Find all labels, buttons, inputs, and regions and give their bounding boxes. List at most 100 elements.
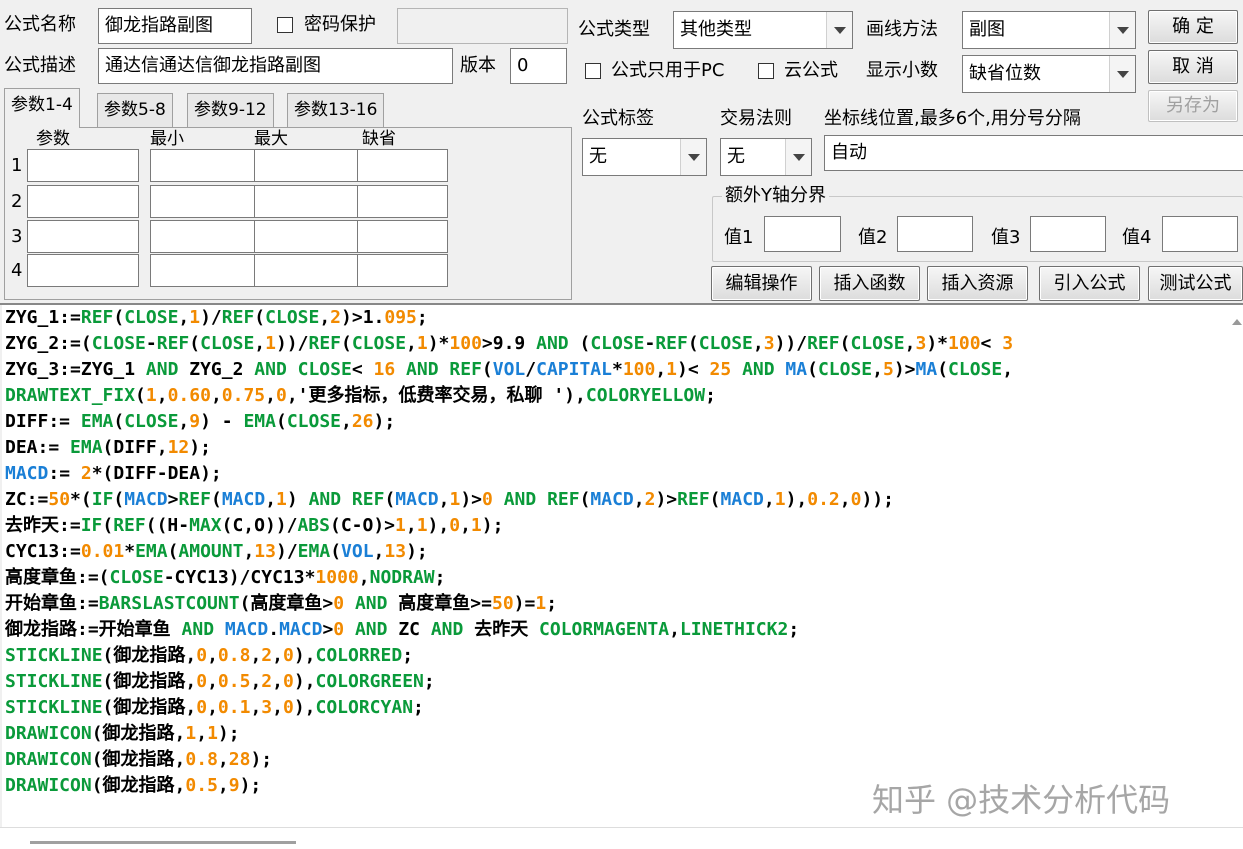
draw-method-select[interactable]: 副图: [962, 11, 1136, 49]
insert-function-button[interactable]: 插入函数: [819, 266, 920, 301]
import-formula-button[interactable]: 引入公式: [1039, 266, 1140, 301]
chevron-down-icon[interactable]: [1109, 56, 1135, 92]
tab-params-13-16[interactable]: 参数13-16: [287, 93, 385, 127]
insert-resource-button[interactable]: 插入资源: [927, 266, 1028, 301]
param-row-number: 4: [11, 260, 23, 281]
cloud-checkbox[interactable]: [758, 63, 774, 79]
param-default-input[interactable]: [357, 254, 448, 287]
password-input[interactable]: [397, 8, 568, 44]
code-token: ,: [250, 697, 262, 718]
code-token: 0: [275, 385, 287, 406]
code-token: 0.1: [217, 697, 251, 718]
param-default-input[interactable]: [357, 149, 448, 182]
tab-params-9-12[interactable]: 参数9-12: [187, 93, 274, 127]
code-token: 去昨天: [463, 619, 540, 640]
param-name-input[interactable]: [27, 185, 139, 218]
code-editor[interactable]: ZYG_1:=REF(CLOSE,1)/REF(CLOSE,2)>1.095; Z…: [2, 305, 1228, 827]
param-default-input[interactable]: [357, 185, 448, 218]
cancel-button[interactable]: 取 消: [1148, 50, 1238, 84]
code-token: VOL: [492, 359, 526, 380]
code-line[interactable]: MACD:= 2*(DIFF-DEA);: [2, 461, 1228, 487]
code-line[interactable]: 去昨天:=IF(REF((H-MAX(C,O))/ABS(C-O)>1,1),0…: [2, 513, 1228, 539]
vertical-scrollbar[interactable]: [1228, 305, 1243, 827]
code-line[interactable]: 御龙指路:=开始章鱼 AND MACD.MACD>0 AND ZC AND 去昨…: [2, 617, 1228, 643]
code-token: MACD: [221, 489, 266, 510]
code-token: ;: [402, 645, 414, 666]
code-token: ,: [250, 645, 262, 666]
code-token: STICKLINE: [5, 671, 103, 692]
code-line[interactable]: STICKLINE(御龙指路,0,0.8,2,0),COLORRED;: [2, 643, 1228, 669]
param-name-input[interactable]: [27, 220, 139, 253]
value2-input[interactable]: [897, 216, 973, 252]
decimals-select[interactable]: 缺省位数: [962, 55, 1136, 93]
code-line[interactable]: DRAWICON(御龙指路,0.8,28);: [2, 747, 1228, 773]
code-token: ,: [669, 619, 680, 640]
tab-params-5-8[interactable]: 参数5-8: [97, 93, 173, 127]
code-line[interactable]: 高度章鱼:=(CLOSE-CYC13)/CYC13*1000,NODRAW;: [2, 565, 1228, 591]
chevron-down-icon[interactable]: [1109, 12, 1135, 48]
param-min-input[interactable]: [150, 185, 262, 218]
param-name-input[interactable]: [27, 254, 139, 287]
formula-type-select[interactable]: 其他类型: [673, 11, 853, 49]
chevron-down-icon[interactable]: [785, 139, 811, 175]
code-line[interactable]: DRAWICON(御龙指路,1,1);: [2, 721, 1228, 747]
value3-input[interactable]: [1030, 216, 1106, 252]
code-line[interactable]: STICKLINE(御龙指路,0,0.5,2,0),COLORGREEN;: [2, 669, 1228, 695]
chevron-down-icon[interactable]: [826, 12, 852, 48]
coord-lines-input[interactable]: 自动: [824, 135, 1243, 171]
code-token: 0: [482, 489, 493, 510]
code-line[interactable]: CYC13:=0.01*EMA(AMOUNT,13)/EMA(VOL,13);: [2, 539, 1228, 565]
param-min-input[interactable]: [150, 254, 262, 287]
code-line[interactable]: ZYG_2:=(CLOSE-REF(CLOSE,1))/REF(CLOSE,1)…: [2, 331, 1228, 357]
code-token: )/: [275, 541, 298, 562]
code-line[interactable]: ZYG_1:=REF(CLOSE,1)/REF(CLOSE,2)>1.095;: [2, 305, 1228, 331]
param-min-input[interactable]: [150, 149, 262, 182]
code-token: ;: [788, 619, 800, 640]
chevron-down-icon[interactable]: [680, 139, 706, 175]
param-max-input[interactable]: [254, 254, 366, 287]
code-token: AND: [430, 619, 464, 640]
pc-only-checkbox[interactable]: [585, 63, 601, 79]
param-default-input[interactable]: [357, 220, 448, 253]
code-line[interactable]: 开始章鱼:=BARSLASTCOUNT(高度章鱼>0 AND 高度章鱼>=50)…: [2, 591, 1228, 617]
tab-params-1-4[interactable]: 参数1-4: [4, 88, 80, 128]
code-token: MA: [785, 359, 808, 380]
code-token: CLOSE: [109, 567, 164, 588]
code-line[interactable]: STICKLINE(御龙指路,0,0.1,3,0),COLORCYAN;: [2, 695, 1228, 721]
code-token: MAX: [189, 515, 222, 536]
code-token: <: [980, 333, 1003, 354]
param-min-input[interactable]: [150, 220, 262, 253]
edit-operation-button[interactable]: 编辑操作: [711, 266, 812, 301]
draw-method-label: 画线方法: [866, 19, 938, 40]
param-max-input[interactable]: [254, 185, 366, 218]
value1-input[interactable]: [764, 216, 841, 252]
code-line[interactable]: DRAWTEXT_FIX(1,0.60,0.75,0,'更多指标，低费率交易，私…: [2, 383, 1228, 409]
code-line[interactable]: ZC:=50*(IF(MACD>REF(MACD,1) AND REF(MACD…: [2, 487, 1228, 513]
password-checkbox[interactable]: [277, 17, 293, 33]
code-token: ,: [872, 359, 883, 380]
scroll-up-icon[interactable]: [1232, 319, 1242, 325]
code-token: 12: [167, 437, 190, 458]
trade-rule-select[interactable]: 无: [720, 138, 812, 176]
code-token: CLOSE: [948, 359, 1003, 380]
value4-input[interactable]: [1162, 216, 1238, 252]
code-line[interactable]: DEA:= EMA(DIFF,12);: [2, 435, 1228, 461]
code-token: AND: [536, 333, 569, 354]
save-as-button[interactable]: 另存为: [1148, 90, 1238, 122]
ok-button[interactable]: 确 定: [1148, 10, 1238, 44]
test-formula-button[interactable]: 测试公式: [1148, 266, 1243, 301]
horizontal-scrollbar[interactable]: [0, 827, 1243, 849]
param-name-input[interactable]: [27, 149, 139, 182]
param-max-input[interactable]: [254, 220, 366, 253]
formula-name-input[interactable]: 御龙指路副图: [98, 8, 252, 44]
code-token: AMOUNT: [178, 541, 244, 562]
version-input[interactable]: 0: [510, 48, 567, 84]
formula-tag-select[interactable]: 无: [582, 138, 707, 176]
code-token: ,: [655, 359, 667, 380]
code-line[interactable]: ZYG_3:=ZYG_1 AND ZYG_2 AND CLOSE< 16 AND…: [2, 357, 1228, 383]
horizontal-scroll-thumb[interactable]: [30, 841, 296, 844]
formula-desc-input[interactable]: 通达信通达信御龙指路副图: [98, 48, 453, 84]
code-token: (御龙指路,: [102, 697, 197, 718]
code-line[interactable]: DIFF:= EMA(CLOSE,9) - EMA(CLOSE,26);: [2, 409, 1228, 435]
param-max-input[interactable]: [254, 149, 366, 182]
